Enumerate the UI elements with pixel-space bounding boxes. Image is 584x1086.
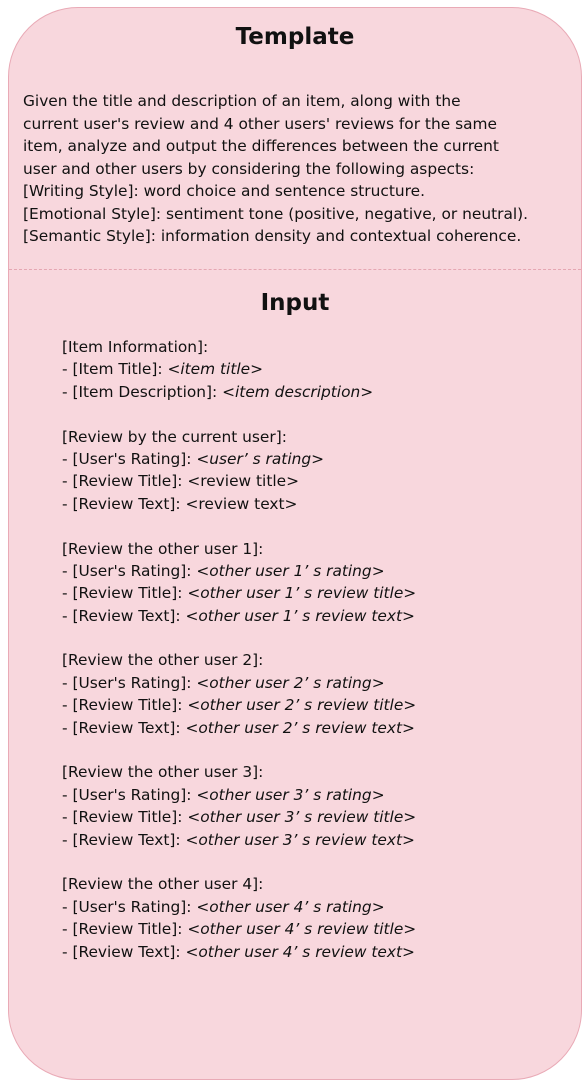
item-title-placeholder: <item title> xyxy=(167,360,263,379)
template-line: [Semantic Style]: information density an… xyxy=(23,227,522,245)
prompt-card: Template Given the title and description… xyxy=(8,7,582,1080)
current-review-text-line: - [Review Text]: <review text> xyxy=(62,493,416,515)
review-title-placeholder: <review title> xyxy=(187,472,300,491)
other-user-header: [Review the other user 1]: xyxy=(62,539,264,558)
review-text-label: - [Review Text]: xyxy=(62,718,186,737)
item-title-line: - [Item Title]: <item title> xyxy=(62,358,416,380)
other-review-title-line: - [Review Title]: <other user 1’ s revie… xyxy=(62,582,416,604)
item-desc-label: - [Item Description]: xyxy=(62,382,223,401)
other-rating-line: - [User's Rating]: <other user 1’ s rati… xyxy=(62,560,416,582)
other-review-text-line: - [Review Text]: <other user 1’ s review… xyxy=(62,605,416,627)
review-title-placeholder: <other user 3’ s review title> xyxy=(187,808,417,827)
other-review-title-line: - [Review Title]: <other user 2’ s revie… xyxy=(62,694,416,716)
rating-label: - [User's Rating]: xyxy=(62,673,197,692)
rating-label: - [User's Rating]: xyxy=(62,897,197,916)
item-desc-line: - [Item Description]: <item description> xyxy=(62,381,416,403)
review-title-label: - [Review Title]: xyxy=(62,696,188,715)
template-line: item, analyze and output the differences… xyxy=(23,137,499,155)
review-text-placeholder: <other user 4’ s review text> xyxy=(185,942,415,961)
review-title-label: - [Review Title]: xyxy=(62,584,188,603)
rating-placeholder: <other user 1’ s rating> xyxy=(196,561,385,580)
review-text-label: - [Review Text]: xyxy=(62,494,186,513)
input-body: [Item Information]: - [Item Title]: <ite… xyxy=(62,336,416,963)
other-review-text-line: - [Review Text]: <other user 4’ s review… xyxy=(62,941,416,963)
rating-label: - [User's Rating]: xyxy=(62,449,197,468)
review-text-label: - [Review Text]: xyxy=(62,830,186,849)
review-title-placeholder: <other user 1’ s review title> xyxy=(187,584,417,603)
input-title: Input xyxy=(260,290,330,316)
template-line: Given the title and description of an it… xyxy=(23,92,461,110)
review-title-placeholder: <other user 2’ s review title> xyxy=(187,696,417,715)
section-divider xyxy=(9,269,581,270)
other-rating-line: - [User's Rating]: <other user 3’ s rati… xyxy=(62,784,416,806)
template-line: [Emotional Style]: sentiment tone (posit… xyxy=(23,204,529,223)
other-review-text-line: - [Review Text]: <other user 2’ s review… xyxy=(62,717,416,739)
rating-placeholder: <user’ s rating> xyxy=(196,449,325,468)
other-user-header: [Review the other user 4]: xyxy=(62,875,264,894)
template-line: [Writing Style]: word choice and sentenc… xyxy=(23,182,425,200)
template-line: current user's review and 4 other users'… xyxy=(23,114,497,133)
item-title-label: - [Item Title]: xyxy=(62,360,168,379)
other-rating-line: - [User's Rating]: <other user 2’ s rati… xyxy=(62,672,416,694)
review-text-placeholder: <other user 3’ s review text> xyxy=(185,830,415,849)
item-desc-placeholder: <item description> xyxy=(222,382,374,401)
rating-label: - [User's Rating]: xyxy=(62,785,197,804)
template-line: user and other users by considering the … xyxy=(23,159,475,178)
review-text-label: - [Review Text]: xyxy=(62,942,186,961)
review-title-label: - [Review Title]: xyxy=(62,472,188,491)
review-text-label: - [Review Text]: xyxy=(62,606,186,625)
review-text-placeholder: <review text> xyxy=(185,494,298,513)
other-review-title-line: - [Review Title]: <other user 3’ s revie… xyxy=(62,806,416,828)
review-title-label: - [Review Title]: xyxy=(62,920,188,939)
review-title-label: - [Review Title]: xyxy=(62,808,188,827)
rating-placeholder: <other user 4’ s rating> xyxy=(196,897,385,916)
rating-placeholder: <other user 3’ s rating> xyxy=(196,785,385,804)
other-review-text-line: - [Review Text]: <other user 3’ s review… xyxy=(62,829,416,851)
current-user-header: [Review by the current user]: xyxy=(62,427,287,446)
current-review-title-line: - [Review Title]: <review title> xyxy=(62,470,416,492)
template-title: Template xyxy=(235,24,355,50)
review-title-placeholder: <other user 4’ s review title> xyxy=(187,920,417,939)
other-user-header: [Review the other user 2]: xyxy=(62,651,264,670)
item-info-header: [Item Information]: xyxy=(62,338,209,356)
other-rating-line: - [User's Rating]: <other user 4’ s rati… xyxy=(62,896,416,918)
review-text-placeholder: <other user 1’ s review text> xyxy=(185,606,415,625)
current-rating-line: - [User's Rating]: <user’ s rating> xyxy=(62,448,416,470)
rating-label: - [User's Rating]: xyxy=(62,561,197,580)
other-user-header: [Review the other user 3]: xyxy=(62,763,264,782)
rating-placeholder: <other user 2’ s rating> xyxy=(196,673,385,692)
template-text: Given the title and description of an it… xyxy=(23,90,581,248)
other-review-title-line: - [Review Title]: <other user 4’ s revie… xyxy=(62,918,416,940)
review-text-placeholder: <other user 2’ s review text> xyxy=(185,718,415,737)
